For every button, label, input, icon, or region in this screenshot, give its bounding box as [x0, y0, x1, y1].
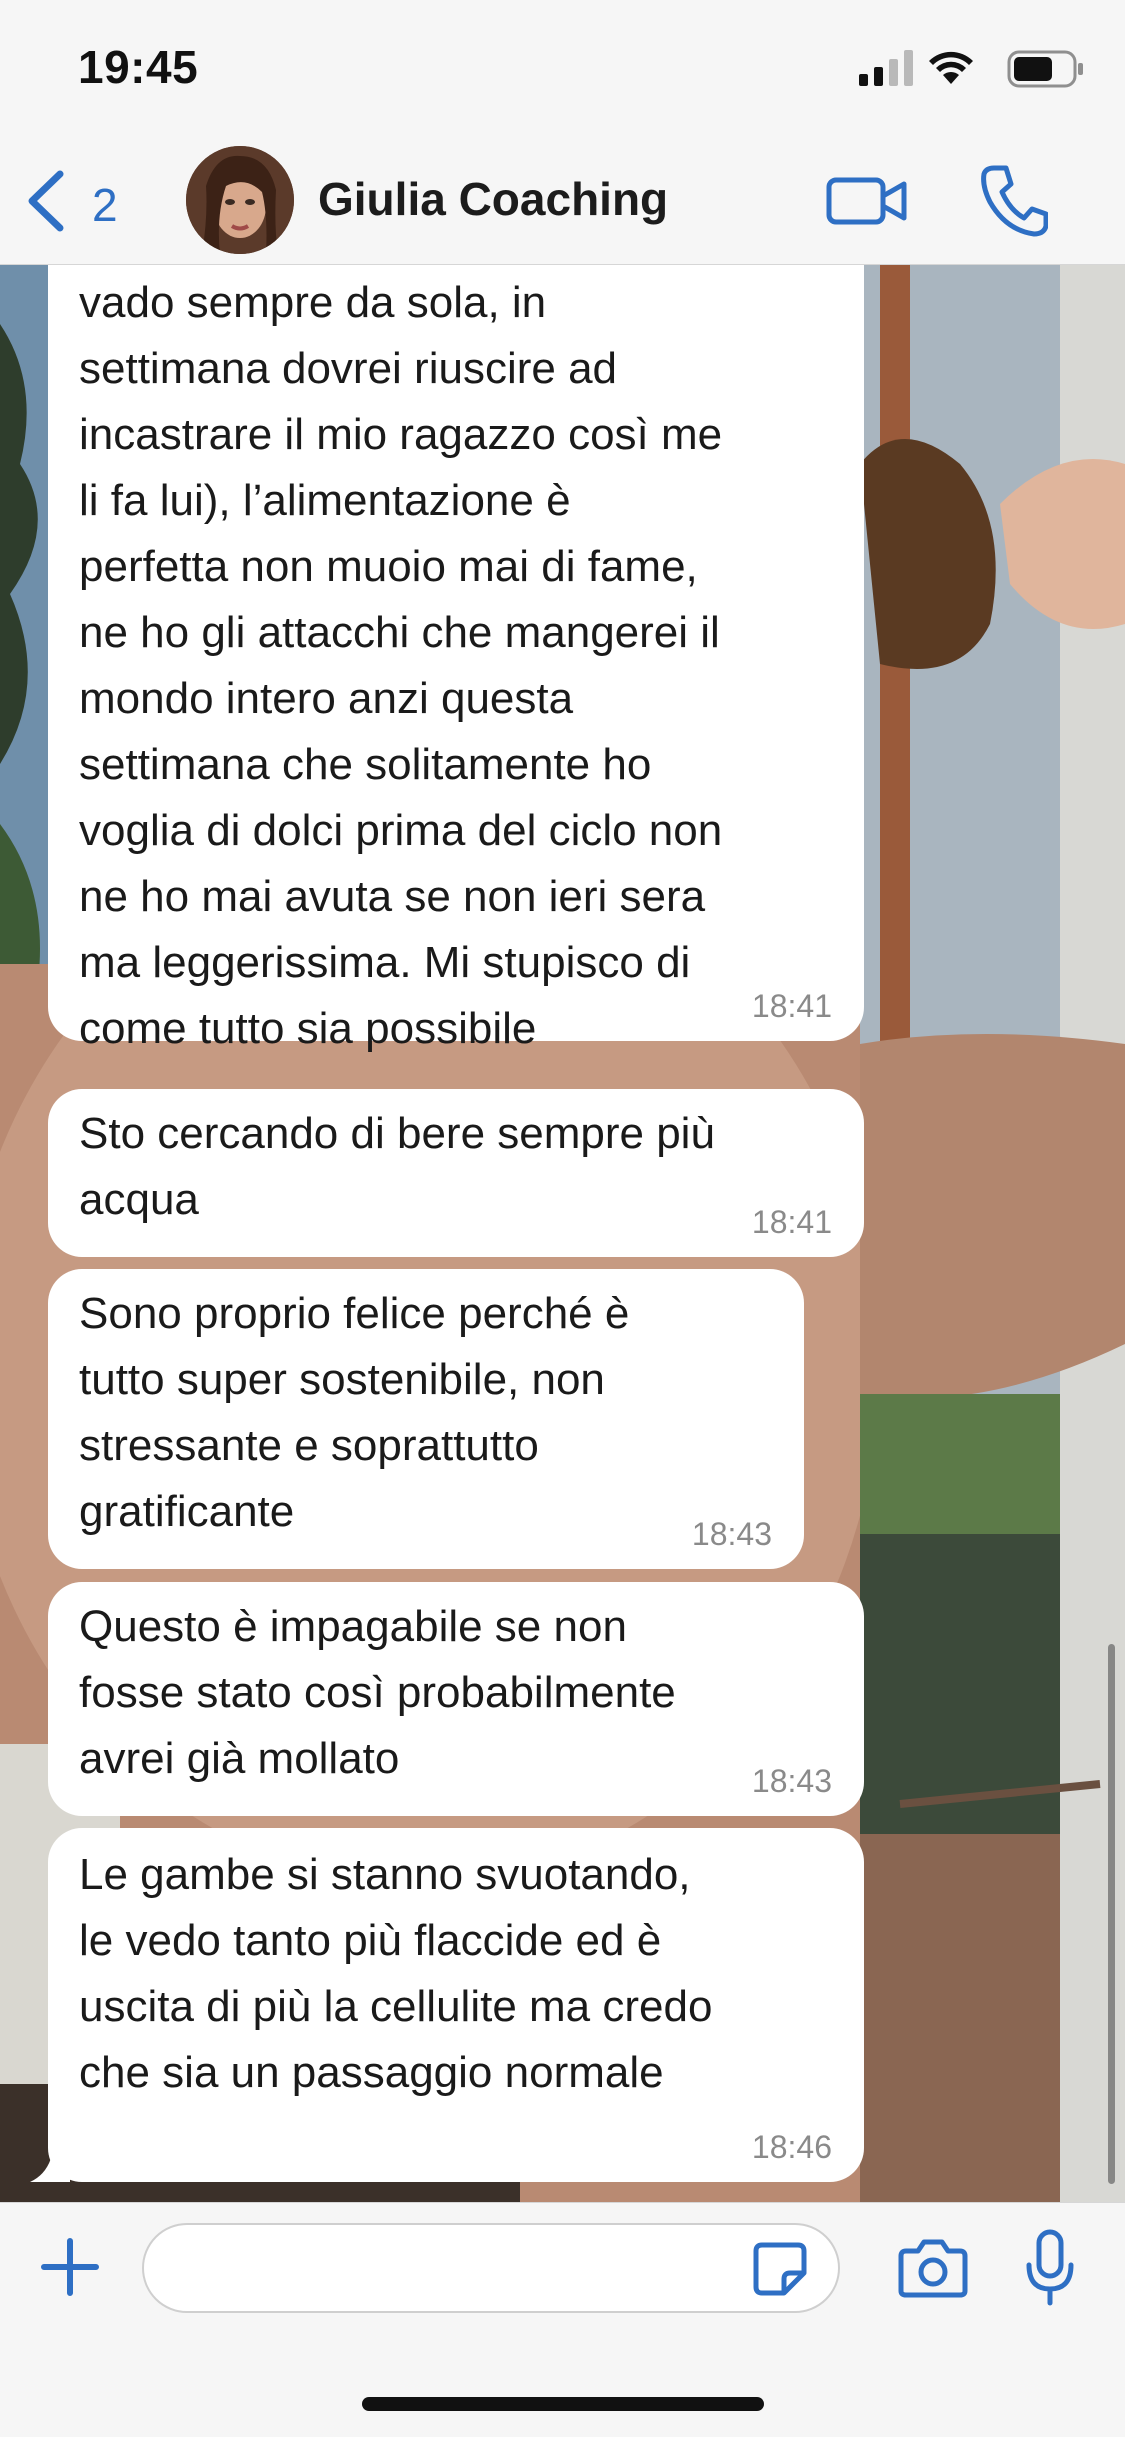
message-bubble[interactable]: vado sempre da sola, in settimana dovrei… — [48, 264, 864, 1053]
add-attachment-button[interactable] — [38, 2235, 102, 2299]
camera-button[interactable] — [898, 2237, 968, 2299]
message-bubble[interactable]: Le gambe si stanno svuotando, le vedo ta… — [30, 1828, 864, 2182]
status-time: 19:45 — [78, 41, 199, 93]
sticker-icon — [753, 2242, 807, 2296]
voice-call-button[interactable] — [978, 162, 1049, 238]
avatar[interactable] — [186, 146, 294, 254]
bubble-tail — [30, 2142, 70, 2182]
microphone-button[interactable] — [1024, 2229, 1076, 2307]
battery-icon — [1007, 50, 1083, 88]
chat-area[interactable]: vado sempre da sola, in settimana dovrei… — [0, 264, 1125, 2202]
message-bubble[interactable]: Questo è impagabile se non fosse stato c… — [48, 1582, 864, 1816]
input-bar — [0, 2202, 1125, 2437]
message-time: 18:41 — [751, 1204, 832, 1240]
chevron-left-icon — [28, 170, 64, 232]
home-indicator[interactable] — [362, 2397, 764, 2411]
video-camera-icon — [826, 177, 907, 225]
message-input[interactable] — [142, 2223, 840, 2313]
video-call-button[interactable] — [826, 166, 908, 236]
chat-header: 2 Giulia Coaching — [0, 138, 1125, 265]
message-text: Questo è impagabile se non fosse stato c… — [79, 1602, 676, 1783]
contact-name[interactable]: Giulia Coaching — [318, 172, 668, 226]
message-text: Le gambe si stanno svuotando, le vedo ta… — [79, 1850, 713, 2097]
back-button[interactable]: 2 — [22, 166, 142, 236]
microphone-icon — [1026, 2229, 1074, 2306]
avatar-photo — [186, 146, 294, 254]
message-text: vado sempre da sola, in settimana dovrei… — [79, 278, 723, 1053]
plus-icon — [41, 2238, 99, 2296]
wifi-icon — [929, 51, 973, 84]
message-time: 18:43 — [751, 1763, 832, 1799]
signal-icon — [859, 50, 913, 86]
status-bar: 19:45 — [0, 0, 1125, 138]
message-bubble[interactable]: Sono proprio felice perché è tutto super… — [48, 1269, 804, 1569]
message-time: 18:46 — [751, 2129, 832, 2165]
message-bubble[interactable]: Sto cercando di bere sempre più acqua 18… — [48, 1089, 864, 1257]
message-text: Sono proprio felice perché è tutto super… — [79, 1289, 630, 1536]
message-text: Sto cercando di bere sempre più acqua — [79, 1109, 715, 1224]
sticker-button[interactable] — [752, 2241, 808, 2297]
message-time: 18:41 — [751, 988, 832, 1024]
camera-icon — [898, 2239, 968, 2298]
unread-count: 2 — [92, 179, 118, 231]
scroll-indicator[interactable] — [1108, 1644, 1115, 2184]
message-time: 18:43 — [691, 1516, 772, 1552]
phone-icon — [981, 165, 1049, 237]
